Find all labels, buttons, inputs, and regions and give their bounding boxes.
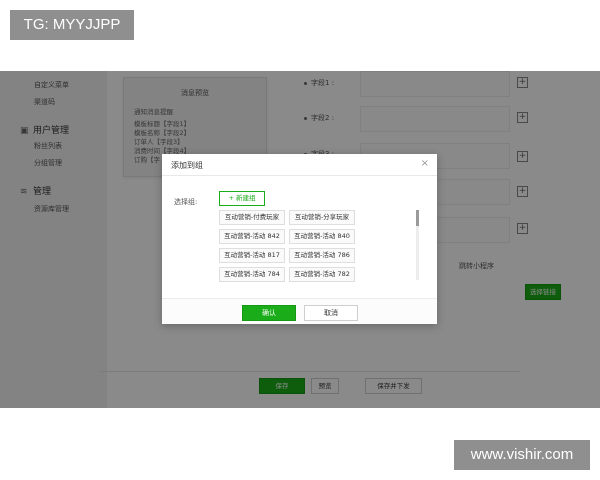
group-option[interactable]: 互动营销-活动 817	[219, 248, 285, 263]
new-group-button[interactable]: + 新建组	[219, 191, 265, 206]
app-screenshot: 自定义菜单 渠道码 ▣ 用户管理 粉丝列表 分组管理 ≋ 管理 资源库管理 消息预览…	[0, 71, 600, 408]
dialog-footer: 确认 取消	[162, 298, 437, 324]
group-option[interactable]: 互动营销-付费玩家	[219, 210, 285, 225]
add-to-group-dialog: 添加到组 × 选择组: + 新建组 互动营销-付费玩家 互动营销-分享玩家 互动…	[162, 154, 437, 324]
group-option[interactable]: 互动营销-活动 786	[289, 248, 355, 263]
select-group-label: 选择组:	[174, 198, 198, 206]
cancel-button[interactable]: 取消	[304, 305, 358, 321]
group-option[interactable]: 互动营销-活动 842	[219, 229, 285, 244]
confirm-button[interactable]: 确认	[242, 305, 296, 321]
group-list-scrollbar[interactable]	[416, 210, 419, 280]
scrollbar-thumb[interactable]	[416, 210, 419, 226]
dialog-title: 添加到组	[171, 161, 203, 170]
group-option[interactable]: 互动营销-活动 840	[289, 229, 355, 244]
group-option[interactable]: 互动营销-分享玩家	[289, 210, 355, 225]
watermark-top: TG: MYYJJPP	[10, 10, 134, 40]
group-list: 互动营销-付费玩家 互动营销-分享玩家 互动营销-活动 842 互动营销-活动 …	[219, 210, 417, 284]
close-icon[interactable]: ×	[421, 158, 429, 170]
dialog-header: 添加到组 ×	[162, 154, 437, 176]
group-option[interactable]: 互动营销-活动 784	[219, 267, 285, 282]
watermark-bottom: www.vishir.com	[454, 440, 590, 470]
group-option[interactable]: 互动营销-活动 782	[289, 267, 355, 282]
